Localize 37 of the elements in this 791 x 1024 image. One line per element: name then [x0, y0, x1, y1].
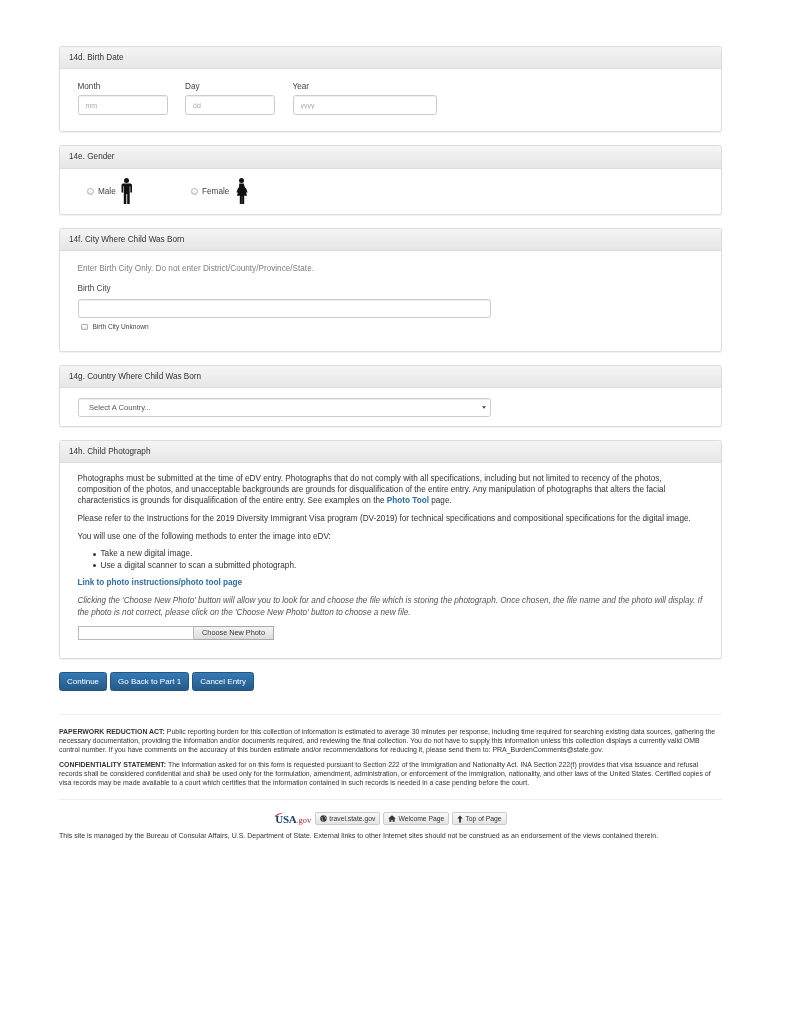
- primary-button[interactable]: Cancel Entry: [192, 672, 254, 691]
- panel-header: 14d. Birth Date: [60, 47, 721, 70]
- field-label: Birth City: [77, 283, 112, 295]
- woman-icon: [234, 178, 248, 205]
- radio-label: Female: [202, 185, 230, 197]
- bullet-icon: [92, 552, 96, 556]
- list-item-text: Use a digital scanner to scan a submitted photograph.: [100, 559, 297, 572]
- primary-button[interactable]: Continue: [59, 672, 108, 691]
- field-label: Day: [185, 80, 201, 93]
- instruction-paragraph: Please refer to the Instructions for the 2019 Diversity Immigrant Visa program (DV-2019) for technical specifications and compositional specifications for the digital image.: [77, 513, 692, 525]
- field-label: Month: [77, 80, 102, 93]
- panel-header: 14f. City Where Child Was Born: [60, 228, 721, 252]
- panel-header: 14h. Child Photograph: [60, 440, 721, 464]
- city-input-field[interactable]: [77, 298, 491, 318]
- radio-button[interactable]: [87, 188, 94, 195]
- radio-button[interactable]: [191, 188, 198, 195]
- radio-label: Male: [98, 185, 116, 197]
- site-logo[interactable]: USA.gov: [274, 812, 312, 826]
- caret-icon: [482, 406, 486, 410]
- instruction-paragraph: You will use one of the following methods to enter the image into eDV:: [77, 530, 332, 543]
- globe-icon: [320, 815, 328, 823]
- instruction-paragraph: Photographs must be submitted at the time of eDV entry. Photographs that do not comply with all specifications, including but not limited to recency of the photos, composition of the photos, and unacceptable backgrounds are grounds for disqualification of the entire entry. Any manipulation of photographs that alters the facial characteristics is grounds for disqualification of the entire entry. See examples on the Photo Tool page.: [77, 472, 667, 507]
- list-item-text: Take a new digital image.: [100, 548, 193, 560]
- primary-button[interactable]: Go Back to Part 1: [110, 672, 190, 691]
- note-text: Clicking the 'Choose New Photo' button will allow you to look for and choose the file which is storing the photograph. Once chosen, the file name and the photo will display. If the photo is not correct, please click on the 'Choose New Photo' button to choose a new file.: [77, 594, 704, 619]
- photo-tool-link[interactable]: Photo Tool: [386, 496, 429, 506]
- checkbox[interactable]: [81, 323, 88, 331]
- bullet-icon: [92, 563, 96, 567]
- hint-text: Enter Birth City Only. Do not enter District/County/Province/State.: [77, 262, 315, 275]
- panel-header: 14e. Gender: [60, 146, 721, 169]
- up-arrow-icon: [457, 814, 464, 823]
- home-icon: [388, 815, 397, 823]
- field-label: Year: [292, 80, 311, 93]
- panel-header: 14g. Country Where Child Was Born: [60, 365, 721, 389]
- file-name-field[interactable]: [77, 625, 194, 640]
- photo-instructions-link[interactable]: Link to photo instructions/photo tool page: [77, 578, 243, 588]
- man-icon: [121, 178, 133, 205]
